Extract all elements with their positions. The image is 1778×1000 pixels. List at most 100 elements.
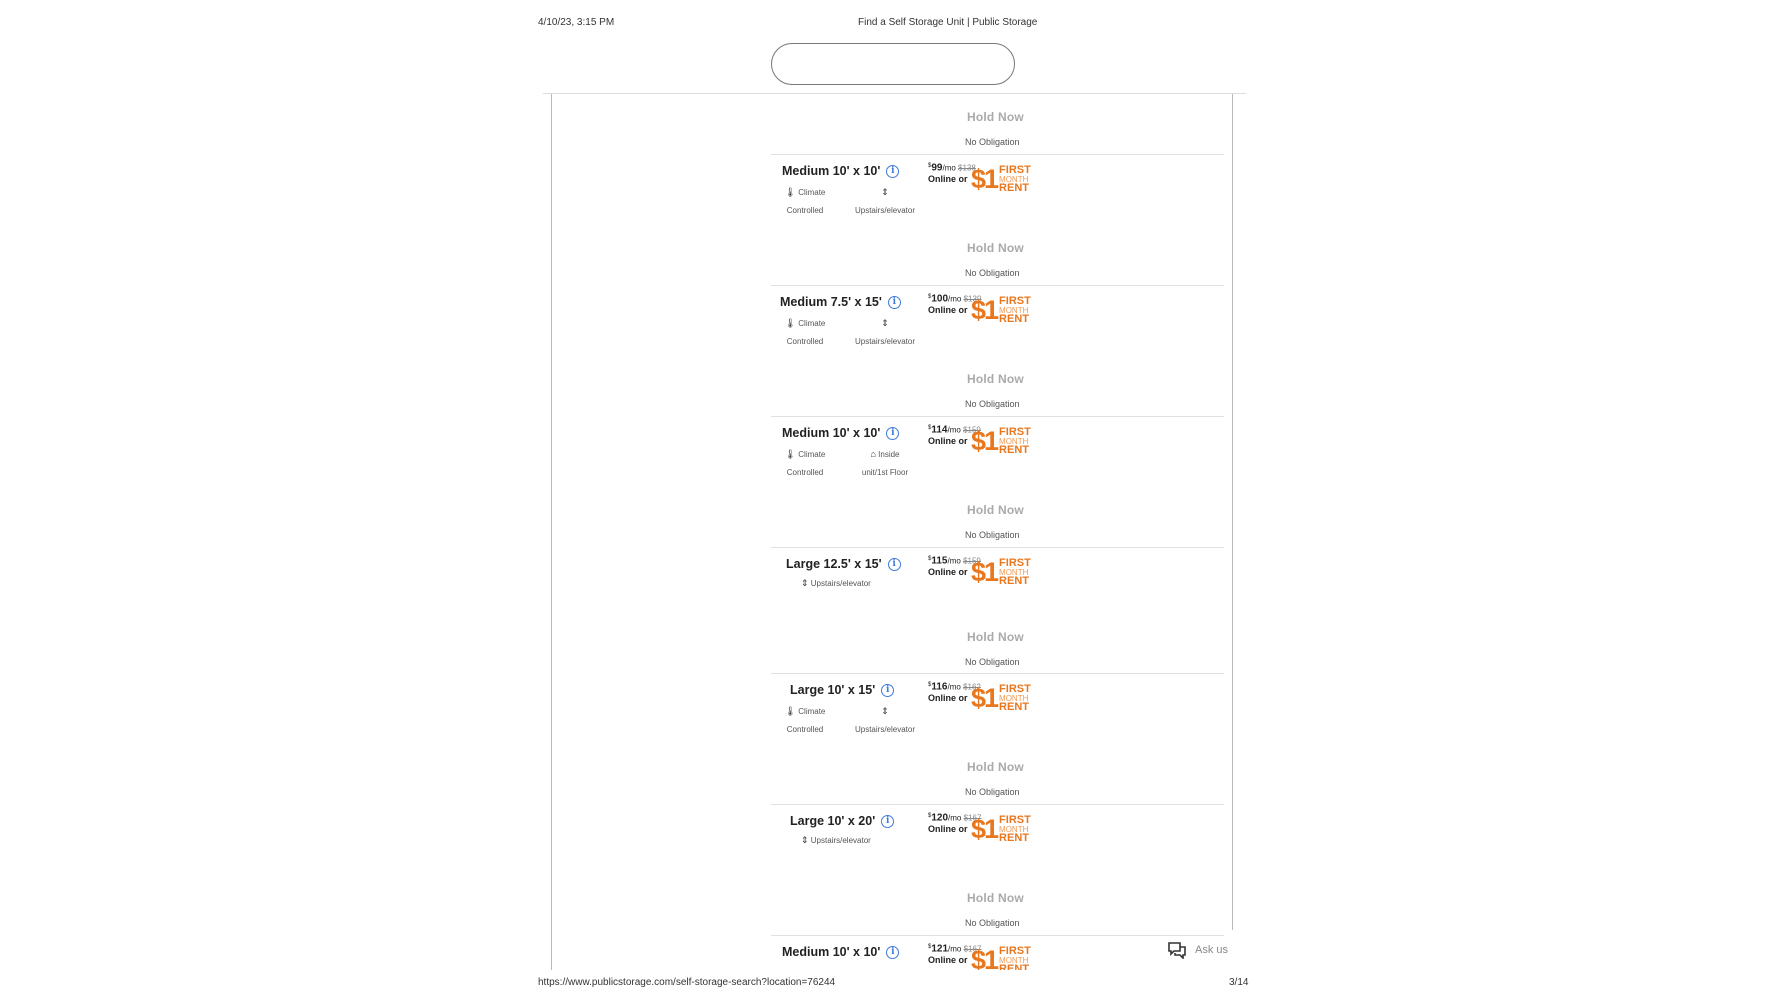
first-month-promo-badge: $1 FIRST MONTH RENT	[971, 814, 1031, 844]
feature-line-2: Upstairs/elevator	[854, 725, 916, 734]
unit-row[interactable]: Large 10' x 15' i 🌡 Climate Controlled ⇕ Ups…	[771, 674, 1224, 738]
info-icon[interactable]: i	[886, 164, 900, 178]
promo-text-stack: FIRST MONTH RENT	[999, 296, 1031, 325]
price-period: /mo	[947, 425, 961, 435]
ask-us-label: Ask us	[1195, 944, 1229, 956]
unit-row[interactable]: Large 12.5' x 15' i ⇕ Upstairs/elevator $1 1…	[771, 548, 1224, 608]
unit-feature: 🌡 Climate Controlled	[781, 314, 829, 351]
hold-now-button[interactable]: Hold Now	[967, 372, 1024, 386]
feature-text: Inside	[878, 450, 900, 459]
feature-line-1: ⇕	[845, 183, 925, 202]
price-amount: 115	[931, 555, 948, 567]
print-url: https://www.publicstorage.com/self-stora…	[538, 977, 836, 988]
unit-title: Large 10' x 20' i	[790, 814, 895, 828]
thermometer-icon: 🌡	[784, 706, 797, 716]
feature-text: Climate	[798, 188, 826, 197]
price-period: /mo	[947, 682, 961, 692]
hold-block: Hold Now No Obligation	[771, 350, 1224, 416]
promo-text-stack: FIRST MONTH RENT	[999, 684, 1031, 713]
unit-list: Hold Now No Obligation Medium 10' x 10' i 🌡 …	[771, 94, 1224, 970]
promo-rent: RENT	[999, 701, 1029, 713]
feature-line-1: 🌡 Climate	[781, 445, 829, 464]
price-period: /mo	[947, 556, 961, 566]
unit-row[interactable]: Medium 10' x 10' i 🌡 Climate Controlled ⌂ In…	[771, 417, 1224, 481]
unit-size-label: Medium 7.5' x 15'	[780, 295, 882, 309]
feature-line-2: Upstairs/elevator	[854, 337, 916, 346]
price-period: /mo	[948, 813, 962, 823]
thermometer-icon: 🌡	[784, 449, 797, 459]
unit-feature: 🌡 Climate Controlled	[781, 183, 829, 220]
thermometer-icon: 🌡	[784, 318, 797, 328]
unit-title: Large 12.5' x 15' i	[786, 557, 901, 571]
unit-feature: ⇕ Upstairs/elevator	[845, 702, 925, 739]
price-amount: 116	[931, 681, 948, 693]
first-month-promo-badge: $1 FIRST MONTH RENT	[971, 684, 1031, 713]
price-line: $99/mo $138	[928, 161, 976, 174]
unit-row[interactable]: Large 10' x 20' i ⇕ Upstairs/elevator $120/…	[771, 805, 1224, 869]
feature-text: Climate	[798, 319, 826, 328]
ask-us-button[interactable]: Ask us	[1167, 941, 1228, 959]
price-amount: 120	[931, 812, 949, 824]
hold-now-button[interactable]: Hold Now	[967, 503, 1024, 517]
feature-line-2: Controlled	[786, 206, 824, 215]
unit-row[interactable]: Medium 10' x 10' i $121/mo $167 Online or $1…	[771, 936, 1224, 970]
info-icon[interactable]: i	[886, 945, 900, 959]
home-icon: ⌂	[870, 449, 876, 459]
info-icon[interactable]: i	[887, 295, 901, 309]
promo-first: FIRST	[999, 945, 1031, 957]
no-obligation-label: No Obligation	[965, 137, 1020, 147]
promo-dollar: $1	[971, 945, 999, 971]
price-period: /mo	[942, 163, 956, 173]
stairs-icon: ⇕	[801, 835, 809, 845]
unit-feature: ⌂ Inside unit/1st Floor	[845, 445, 925, 482]
first-month-promo-badge: $1 FIRST MONTH RENT	[971, 164, 1031, 194]
hold-block: Hold Now No Obligation	[771, 219, 1224, 285]
no-obligation-label: No Obligation	[965, 530, 1020, 540]
no-obligation-label: No Obligation	[965, 918, 1020, 928]
unit-row[interactable]: Medium 7.5' x 15' i 🌡 Climate Controlled ⇕ U…	[771, 286, 1224, 350]
price-amount: 121	[931, 943, 949, 955]
first-month-promo-badge: $1 FIRST MONTH RENT	[971, 557, 1031, 587]
print-page-number: 3/14	[1229, 977, 1249, 988]
promo-first: FIRST	[999, 164, 1031, 176]
feature-line-1: 🌡 Climate	[781, 183, 829, 202]
price-amount: 100	[931, 293, 949, 305]
promo-dollar: $1	[971, 814, 999, 844]
hold-block: Hold Now No Obligation	[771, 608, 1224, 673]
stairs-icon: ⇕	[881, 187, 889, 197]
hold-now-button[interactable]: Hold Now	[967, 891, 1024, 905]
hold-block: Hold Now No Obligation	[771, 94, 1224, 154]
first-month-promo-badge: $1 FIRST MONTH RENT	[971, 945, 1031, 971]
feature-text: Upstairs/elevator	[810, 579, 871, 588]
feature-line-1: 🌡 Climate	[781, 314, 829, 333]
hold-block: Hold Now No Obligation	[771, 738, 1224, 804]
first-month-promo-badge: $1 FIRST MONTH RENT	[971, 296, 1031, 325]
feature-text: Climate	[798, 450, 826, 459]
unit-row[interactable]: Medium 10' x 10' i 🌡 Climate Controlled ⇕ Up…	[771, 155, 1224, 219]
unit-feature: ⇕ Upstairs/elevator	[845, 183, 925, 220]
promo-text-stack: FIRST MONTH RENT	[999, 164, 1031, 194]
hold-now-button[interactable]: Hold Now	[967, 760, 1024, 774]
info-icon[interactable]: i	[881, 683, 895, 697]
unit-size-label: Large 10' x 15'	[790, 683, 876, 697]
feature-line-2: unit/1st Floor	[861, 468, 909, 477]
hold-now-button[interactable]: Hold Now	[967, 110, 1024, 124]
feature-line-2: Controlled	[786, 468, 824, 477]
no-obligation-label: No Obligation	[965, 787, 1020, 797]
print-page-title: Find a Self Storage Unit | Public Storag…	[858, 17, 1038, 28]
hold-now-button[interactable]: Hold Now	[967, 630, 1024, 644]
hold-now-button[interactable]: Hold Now	[967, 241, 1024, 255]
promo-text-stack: FIRST MONTH RENT	[999, 815, 1031, 844]
info-icon[interactable]: i	[886, 426, 900, 440]
info-icon[interactable]: i	[881, 814, 895, 828]
stairs-icon: ⇕	[881, 318, 889, 328]
no-obligation-label: No Obligation	[965, 399, 1020, 409]
promo-first: FIRST	[999, 557, 1031, 569]
feature-line-2: Controlled	[786, 337, 824, 346]
info-icon[interactable]: i	[887, 557, 901, 571]
print-timestamp: 4/10/23, 3:15 PM	[538, 17, 615, 28]
promo-rent: RENT	[999, 313, 1029, 325]
unit-size-label: Medium 10' x 10'	[782, 426, 881, 440]
no-obligation-label: No Obligation	[965, 268, 1020, 278]
search-input[interactable]	[771, 43, 1015, 85]
